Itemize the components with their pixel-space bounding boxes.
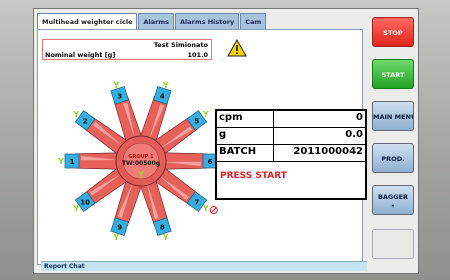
status-message: PRESS START (220, 171, 287, 181)
head-number-4: 4 (160, 92, 165, 100)
center-indicator: Y (137, 170, 144, 179)
main-panel: Test Simionato Nominal weight [g] 101.0 … (37, 29, 367, 271)
hmi-screen: Multihead weighter cicle Alarms Alarms H… (33, 8, 419, 274)
tab-multihead-weighter-cicle[interactable]: Multihead weighter cicle (37, 13, 138, 29)
main-menu-button[interactable]: MAIN MENU (372, 101, 414, 131)
head-indicator-2: Y (72, 110, 79, 119)
tab-cam[interactable]: Cam (240, 13, 267, 29)
start-button[interactable]: START (372, 59, 414, 89)
multihead-weigher-diagram[interactable]: GROUP 1TW:00500g1Y2Y3Y4Y5Y6Y7Y8Y9Y10YY (56, 76, 226, 246)
head-indicator-9: Y (112, 233, 119, 242)
bagger-dot-icon: • (390, 202, 396, 210)
head-indicator-3: Y (112, 81, 119, 90)
head-number-7: 7 (194, 199, 199, 207)
tab-bar: Multihead weighter cicle Alarms Alarms H… (37, 13, 267, 29)
bucket-6 (161, 152, 207, 170)
report-chat-bar[interactable]: Report Chat (41, 261, 367, 271)
tab-alarms[interactable]: Alarms (138, 13, 174, 29)
bucket-1 (75, 152, 121, 170)
bagger-button[interactable]: BAGGER • (372, 185, 414, 215)
weight-row: g 0.0 (217, 128, 365, 145)
cpm-row: cpm 0 (217, 111, 365, 128)
head-number-8: 8 (160, 224, 165, 232)
head-number-9: 9 (117, 224, 122, 232)
bagger-label: BAGGER (377, 193, 409, 201)
head-indicator-4: Y (162, 81, 169, 90)
batch-label: BATCH (219, 146, 257, 157)
head-number-10: 10 (80, 199, 90, 207)
cpm-value: 0 (356, 112, 363, 123)
head-number-3: 3 (117, 92, 122, 100)
disabled-head-slash (210, 207, 217, 213)
head-number-6: 6 (208, 158, 213, 166)
head-indicator-7: Y (202, 204, 209, 213)
stop-button[interactable]: STOP (372, 17, 414, 47)
product-info-box: Test Simionato Nominal weight [g] 101.0 (42, 39, 212, 60)
batch-row: BATCH 2011000042 (217, 145, 365, 162)
head-number-5: 5 (194, 117, 199, 125)
nominal-weight-value: 101.0 (187, 51, 208, 59)
head-number-2: 2 (83, 117, 88, 125)
product-name: Test Simionato (153, 41, 208, 49)
tab-alarms-history[interactable]: Alarms History (174, 13, 240, 29)
nominal-weight-label: Nominal weight [g] (45, 51, 116, 59)
head-indicator-1: Y (57, 157, 64, 166)
head-number-1: 1 (70, 158, 75, 166)
head-indicator-5: Y (202, 110, 209, 119)
weight-value: 0.0 (345, 129, 363, 140)
head-indicator-10: Y (72, 204, 79, 213)
head-indicator-8: Y (162, 233, 169, 242)
warning-icon[interactable] (227, 39, 247, 57)
prod-button[interactable]: PROD. (372, 143, 414, 173)
status-panel: cpm 0 g 0.0 BATCH 2011000042 PRESS START (215, 109, 367, 200)
blank-button[interactable] (372, 229, 414, 259)
weight-label: g (219, 129, 227, 140)
target-weight-label: TW:00500g (122, 160, 160, 167)
cpm-label: cpm (219, 112, 243, 123)
batch-value: 2011000042 (293, 146, 363, 157)
